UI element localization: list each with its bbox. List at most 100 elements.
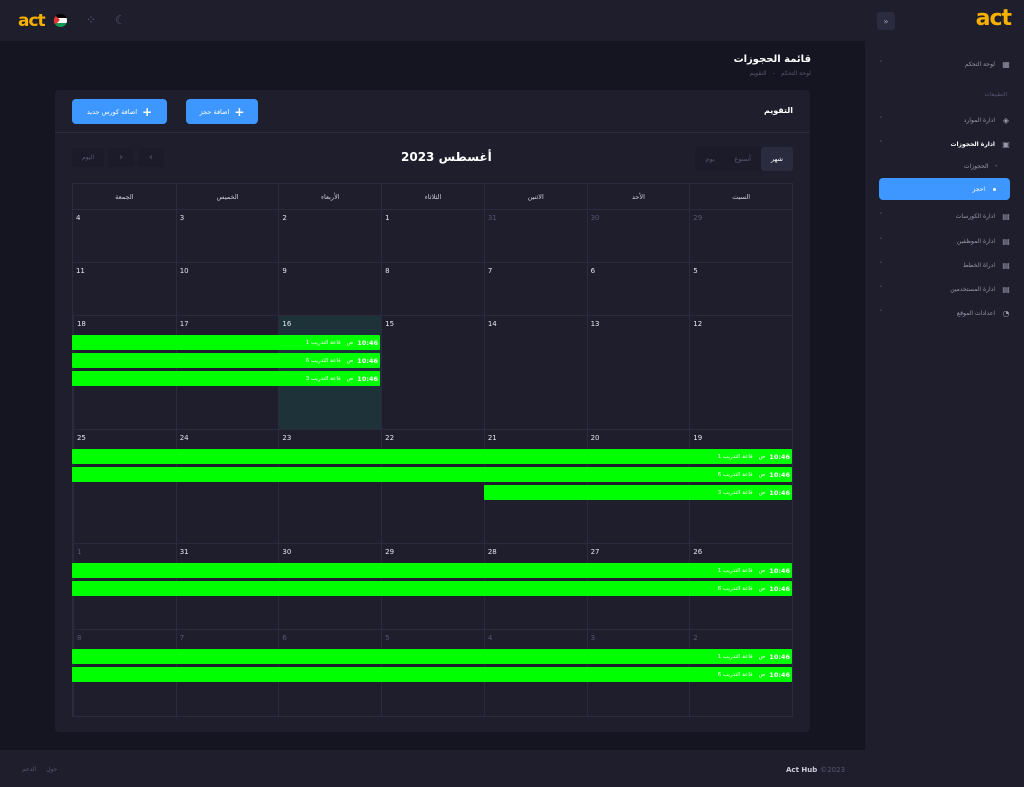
day-number[interactable]: 22 bbox=[385, 434, 394, 442]
calendar-event[interactable]: 10:46 ص قاعة التدريب 1 bbox=[72, 649, 792, 664]
day-number[interactable]: 5 bbox=[385, 634, 389, 642]
sidebar-item-7[interactable]: ◔ اعدادات الموقع ˅ bbox=[865, 304, 1024, 322]
day-number[interactable]: 13 bbox=[591, 320, 600, 328]
calendar-event[interactable]: 10:46 ص قاعة التدريب 6 bbox=[72, 581, 792, 596]
calendar-day-cell[interactable]: 8 bbox=[381, 263, 484, 315]
calendar-event[interactable]: 10:46 ص قاعة التدريب 6 bbox=[72, 467, 792, 482]
calendar-event[interactable]: 10:46 ص قاعة التدريب 1 bbox=[72, 449, 792, 464]
day-number[interactable]: 19 bbox=[693, 434, 702, 442]
sidebar-item-6[interactable]: ▤ ادارة المستخدمين ˅ bbox=[865, 280, 1024, 298]
day-number[interactable]: 16 bbox=[282, 320, 291, 328]
day-number[interactable]: 17 bbox=[180, 320, 189, 328]
calendar-day-cell[interactable]: 25 bbox=[72, 430, 176, 543]
day-number[interactable]: 24 bbox=[180, 434, 189, 442]
calendar-event[interactable]: 10:46 ص قاعة التدريب 1 bbox=[72, 335, 380, 350]
sidebar-subitem-book[interactable]: احجز bbox=[879, 178, 1010, 200]
view-month-button[interactable]: شهر bbox=[760, 147, 793, 171]
day-number[interactable]: 3 bbox=[180, 214, 184, 222]
day-number[interactable]: 25 bbox=[77, 434, 86, 442]
calendar-day-cell[interactable]: 15 bbox=[381, 316, 484, 429]
moon-icon[interactable]: ☾ bbox=[115, 13, 126, 27]
next-month-button[interactable]: › bbox=[108, 148, 134, 167]
sidebar-item-1[interactable]: ◈ ادارة الموارد ˅ bbox=[865, 111, 1024, 129]
day-number[interactable]: 15 bbox=[385, 320, 394, 328]
day-number[interactable]: 2 bbox=[693, 634, 697, 642]
calendar-day-cell[interactable]: 24 bbox=[175, 430, 279, 543]
palestine-flag-icon[interactable] bbox=[54, 14, 67, 27]
day-number[interactable]: 7 bbox=[180, 634, 184, 642]
calendar-day-cell[interactable]: 30 bbox=[586, 210, 690, 262]
day-number[interactable]: 4 bbox=[76, 214, 80, 222]
calendar-day-cell[interactable]: 13 bbox=[586, 316, 690, 429]
add-booking-button[interactable]: + اضافة حجز bbox=[186, 99, 258, 124]
calendar-day-cell[interactable]: 11 bbox=[73, 263, 176, 315]
day-number[interactable]: 30 bbox=[591, 214, 600, 222]
calendar-event[interactable]: 10:46 ص قاعة التدريب 3 bbox=[72, 371, 380, 386]
day-number[interactable]: 9 bbox=[282, 267, 286, 275]
calendar-day-cell[interactable]: 3 bbox=[175, 210, 279, 262]
day-number[interactable]: 8 bbox=[77, 634, 81, 642]
calendar-event[interactable]: 10:46 ص قاعة التدريب 1 bbox=[72, 563, 792, 578]
day-number[interactable]: 2 bbox=[282, 214, 286, 222]
day-number[interactable]: 14 bbox=[488, 320, 497, 328]
prev-month-button[interactable]: ‹ bbox=[138, 148, 164, 167]
day-number[interactable]: 23 bbox=[282, 434, 291, 442]
calendar-day-cell[interactable]: 7 bbox=[483, 263, 587, 315]
sidebar-item-2[interactable]: ▣ ادارة الحجوزات ˄ bbox=[865, 135, 1024, 153]
day-number[interactable]: 21 bbox=[488, 434, 497, 442]
calendar-day-cell[interactable]: 14 bbox=[483, 316, 587, 429]
day-number[interactable]: 5 bbox=[693, 267, 697, 275]
footer-link-about[interactable]: حول bbox=[46, 766, 57, 773]
calendar-day-cell[interactable]: 31 bbox=[483, 210, 587, 262]
day-number[interactable]: 1 bbox=[77, 548, 81, 556]
day-number[interactable]: 27 bbox=[591, 548, 600, 556]
calendar-day-cell[interactable]: 23 bbox=[278, 430, 381, 543]
breadcrumb-item[interactable]: لوحة التحكم bbox=[781, 70, 811, 77]
day-number[interactable]: 31 bbox=[180, 548, 189, 556]
day-number[interactable]: 10 bbox=[180, 267, 189, 275]
calendar-day-cell[interactable]: 6 bbox=[586, 263, 690, 315]
footer-brand-name[interactable]: Act Hub bbox=[786, 766, 817, 774]
footer-link-support[interactable]: الدعم bbox=[22, 766, 36, 773]
calendar-day-cell[interactable]: 5 bbox=[689, 263, 792, 315]
day-number[interactable]: 30 bbox=[282, 548, 291, 556]
calendar-day-cell[interactable]: 12 bbox=[689, 316, 792, 429]
dots-icon[interactable]: ⁘ bbox=[86, 13, 96, 27]
day-number[interactable]: 3 bbox=[591, 634, 595, 642]
today-button[interactable]: اليوم bbox=[72, 148, 104, 167]
sidebar-item-5[interactable]: ▤ ادراة الخطط ˅ bbox=[865, 256, 1024, 274]
day-number[interactable]: 28 bbox=[488, 548, 497, 556]
calendar-day-cell[interactable]: 2 bbox=[278, 210, 381, 262]
day-number[interactable]: 20 bbox=[591, 434, 600, 442]
day-number[interactable]: 6 bbox=[591, 267, 595, 275]
calendar-day-cell[interactable]: 4 bbox=[73, 210, 176, 262]
view-day-button[interactable]: يوم bbox=[695, 147, 724, 171]
day-number[interactable]: 26 bbox=[693, 548, 702, 556]
sidebar-logo[interactable]: act bbox=[976, 6, 1012, 31]
day-number[interactable]: 4 bbox=[488, 634, 492, 642]
day-number[interactable]: 7 bbox=[488, 267, 492, 275]
calendar-event[interactable]: 10:46 ص قاعة التدريب 6 bbox=[72, 667, 792, 682]
calendar-day-cell[interactable]: 1 bbox=[381, 210, 484, 262]
add-course-button[interactable]: + اضافة كورس جديد bbox=[72, 99, 167, 124]
sidebar-subitem-bookings[interactable]: • الحجوزات bbox=[964, 163, 998, 170]
calendar-day-cell[interactable]: 10 bbox=[175, 263, 279, 315]
sidebar-item-3[interactable]: ▤ ادارة الكورسات ˅ bbox=[865, 207, 1024, 225]
header-logo[interactable]: act bbox=[18, 11, 46, 31]
calendar-day-cell[interactable]: 29 bbox=[689, 210, 792, 262]
day-number[interactable]: 6 bbox=[282, 634, 286, 642]
day-number[interactable]: 18 bbox=[77, 320, 86, 328]
sidebar-item-4[interactable]: ▤ ادارة الموظفين ˅ bbox=[865, 232, 1024, 250]
day-number[interactable]: 11 bbox=[76, 267, 85, 275]
day-number[interactable]: 8 bbox=[385, 267, 389, 275]
calendar-day-cell[interactable]: 9 bbox=[278, 263, 381, 315]
calendar-event[interactable]: 10:46 ص قاعة التدريب 3 bbox=[484, 485, 792, 500]
view-week-button[interactable]: أسبوع bbox=[725, 147, 761, 171]
day-number[interactable]: 29 bbox=[385, 548, 394, 556]
day-number[interactable]: 31 bbox=[488, 214, 497, 222]
collapse-sidebar-icon[interactable]: » bbox=[877, 12, 895, 30]
day-number[interactable]: 12 bbox=[693, 320, 702, 328]
calendar-event[interactable]: 10:46 ص قاعة التدريب 6 bbox=[72, 353, 380, 368]
calendar-day-cell[interactable]: 22 bbox=[381, 430, 484, 543]
day-number[interactable]: 29 bbox=[693, 214, 702, 222]
